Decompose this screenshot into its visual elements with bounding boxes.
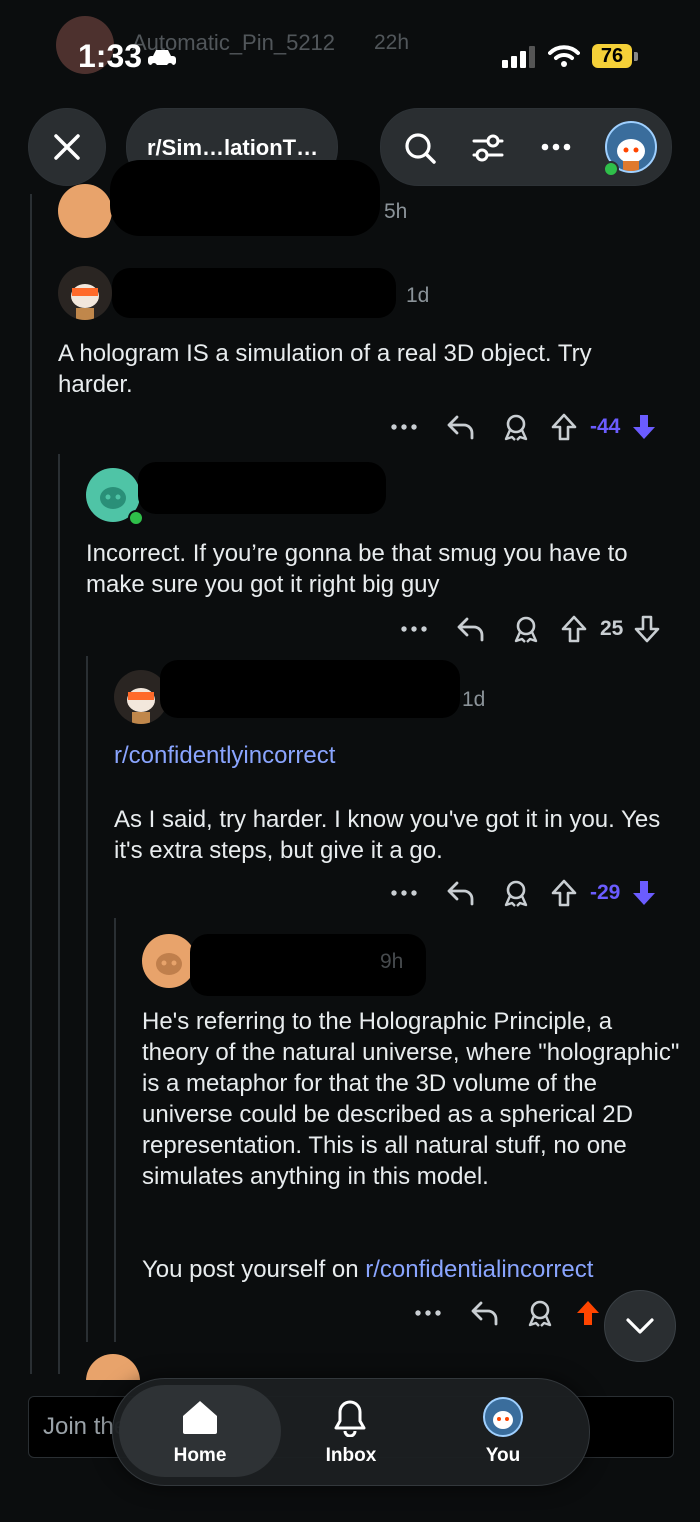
upvote-icon [577,1301,599,1325]
upvote-icon [551,879,577,907]
status-bar: Automatic_Pin_5212 22h 1:33 76 [0,0,700,100]
reply-button[interactable] [432,410,488,444]
close-icon [54,134,80,160]
bell-icon [334,1400,366,1437]
redacted-username [112,268,396,318]
close-button[interactable] [28,108,106,186]
reply-icon [447,415,474,440]
vote-score: 25 [600,617,624,640]
thread-line [58,454,60,1374]
comment-avatar[interactable] [142,934,196,988]
toolbar-actions [380,108,672,186]
redacted-username [160,660,460,718]
cellular-signal-icon [502,46,535,68]
downvote-icon [633,881,656,905]
chevron-down-icon [626,1318,654,1334]
downvote-button[interactable] [626,410,662,444]
comment-body: Incorrect. If you’re gonna be that smug … [86,540,628,598]
downvote-button[interactable] [626,876,662,910]
comment-body: He's referring to the Holographic Princi… [142,1008,680,1190]
nav-home-label: Home [173,1445,227,1466]
car-icon [148,50,176,69]
more-options-icon [391,890,417,896]
nav-inbox[interactable]: Inbox [291,1385,411,1477]
award-icon [514,616,538,643]
battery-indicator: 76 [592,44,632,68]
award-icon [528,1300,552,1327]
vote-score: -44 [590,415,621,438]
award-button[interactable] [498,612,554,646]
comment-body: A hologram IS a simulation of a real 3D … [58,340,592,398]
award-button[interactable] [488,876,544,910]
thread-line [114,918,116,1342]
subreddit-link[interactable]: r/confidentialincorrect [365,1256,593,1283]
reply-icon [457,617,484,642]
reply-button[interactable] [432,876,488,910]
more-options-icon [391,424,417,430]
reply-button[interactable] [456,1296,512,1330]
upvote-button[interactable] [554,612,594,646]
comment-body-line2: You post yourself on r/confidentialincor… [142,1254,682,1285]
upvote-button[interactable] [544,410,584,444]
comment-body: As I said, try harder. I know you've got… [114,806,661,864]
reply-icon [447,881,474,906]
comment-actions: 25 [386,612,665,646]
comment-actions: -44 [376,410,662,444]
reply-button[interactable] [442,612,498,646]
upvote-button[interactable] [544,876,584,910]
thread-line [86,656,88,1342]
nav-you-label: You [485,1445,521,1466]
comment-actions: -29 [376,876,662,910]
sort-filter-icon[interactable] [471,131,505,165]
profile-avatar-icon [483,1397,523,1437]
award-icon [504,880,528,907]
subreddit-link[interactable]: r/confidentlyincorrect [114,740,335,771]
comment-body-prefix: You post yourself on [142,1256,366,1283]
online-indicator [128,510,144,526]
comment-age: 5h [384,200,408,223]
bg-post-age: 22h [374,31,410,54]
more-button[interactable] [376,410,432,444]
more-options-icon [415,1310,441,1316]
reply-icon [471,1301,498,1326]
award-button[interactable] [512,1296,568,1330]
redacted-username [110,160,380,236]
downvote-icon [635,615,660,643]
upvote-icon [551,413,577,441]
nav-inbox-label: Inbox [325,1445,377,1466]
upvote-button[interactable] [568,1296,608,1330]
comment-avatar[interactable] [58,184,112,238]
subreddit-chip-label: r/Sim…lationT… [147,135,319,160]
search-icon[interactable] [403,131,437,165]
downvote-button[interactable] [629,612,665,646]
battery-cap [634,52,638,61]
next-comment-button[interactable] [604,1290,676,1362]
more-button[interactable] [400,1296,456,1330]
nav-you[interactable]: You [443,1385,563,1477]
upvote-icon [561,615,587,643]
more-options-icon [401,626,427,632]
wifi-icon [548,45,580,67]
downvote-icon [633,415,656,439]
comment-age: 1d [462,688,486,711]
more-options-icon[interactable] [541,143,571,151]
more-button[interactable] [386,612,442,646]
status-time: 1:33 [78,38,143,74]
comment-avatar[interactable] [58,266,112,320]
comment-actions [400,1296,608,1330]
award-icon [504,414,528,441]
thread-line [30,194,32,1374]
bottom-nav: Home Inbox You [112,1378,590,1486]
nav-home[interactable]: Home [119,1385,281,1477]
redacted-username [138,462,386,514]
award-button[interactable] [488,410,544,444]
vote-score: -29 [590,881,621,904]
home-icon [183,1401,217,1434]
comment-age: 1d [406,284,430,307]
comment-age: 9h [380,950,404,973]
more-button[interactable] [376,876,432,910]
online-indicator [603,161,619,177]
